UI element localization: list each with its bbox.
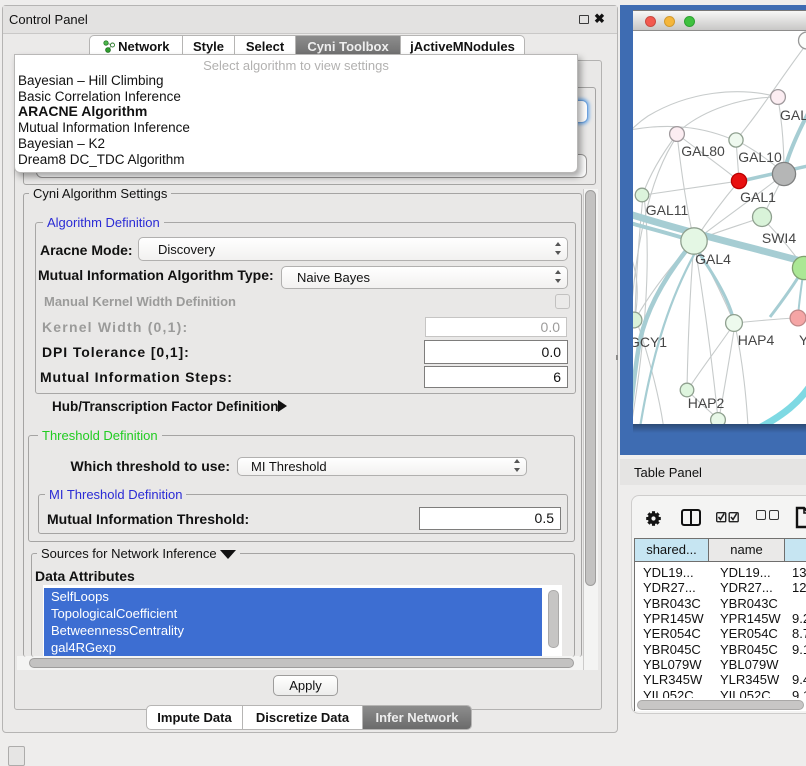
svg-text:GAL11: GAL11 [646,202,689,218]
svg-text:GAL4: GAL4 [695,251,731,267]
svg-text:HAP2: HAP2 [688,395,725,411]
svg-text:YJ: YJ [799,332,806,348]
svg-text:GAL80: GAL80 [681,143,725,159]
svg-text:HAP4: HAP4 [738,332,775,348]
svg-text:SWI4: SWI4 [762,230,796,246]
svg-text:GAL7: GAL7 [780,107,806,123]
svg-text:GAL10: GAL10 [738,149,782,165]
svg-text:GAL1: GAL1 [740,189,776,205]
svg-text:GCY1: GCY1 [633,334,667,350]
